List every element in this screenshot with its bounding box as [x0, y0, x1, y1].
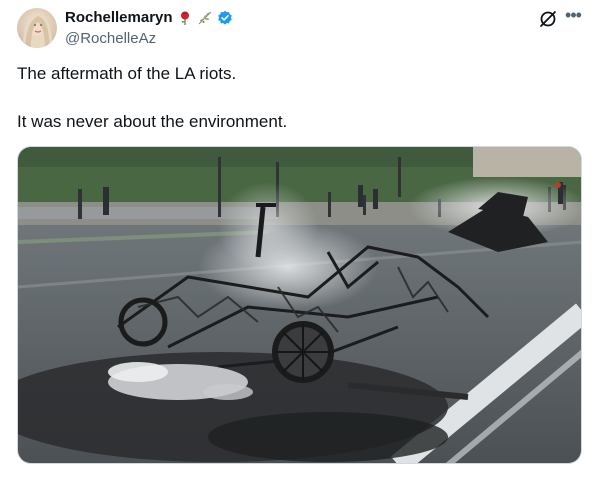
tweet-text: The aftermath of the LA riots. It was ne…	[17, 63, 577, 133]
grok-icon[interactable]	[537, 8, 559, 30]
tweet-text-line-1: The aftermath of the LA riots.	[17, 64, 237, 83]
tweet-card: Rochellemaryn @RochelleAz ••• The afterm…	[0, 0, 597, 477]
verified-badge-icon[interactable]	[217, 10, 233, 26]
tweet-media-photo[interactable]	[17, 146, 582, 464]
author-name-row: Rochellemaryn	[65, 9, 233, 27]
author-display-name[interactable]: Rochellemaryn	[65, 9, 173, 27]
more-options-icon[interactable]: •••	[562, 6, 584, 28]
tweet-text-line-2: It was never about the environment.	[17, 112, 288, 131]
rose-icon	[177, 10, 193, 26]
burned-vehicle-photo	[18, 147, 581, 463]
olive-branch-icon	[197, 10, 213, 26]
avatar[interactable]	[17, 8, 57, 48]
author-handle[interactable]: @RochelleAz	[65, 30, 156, 48]
